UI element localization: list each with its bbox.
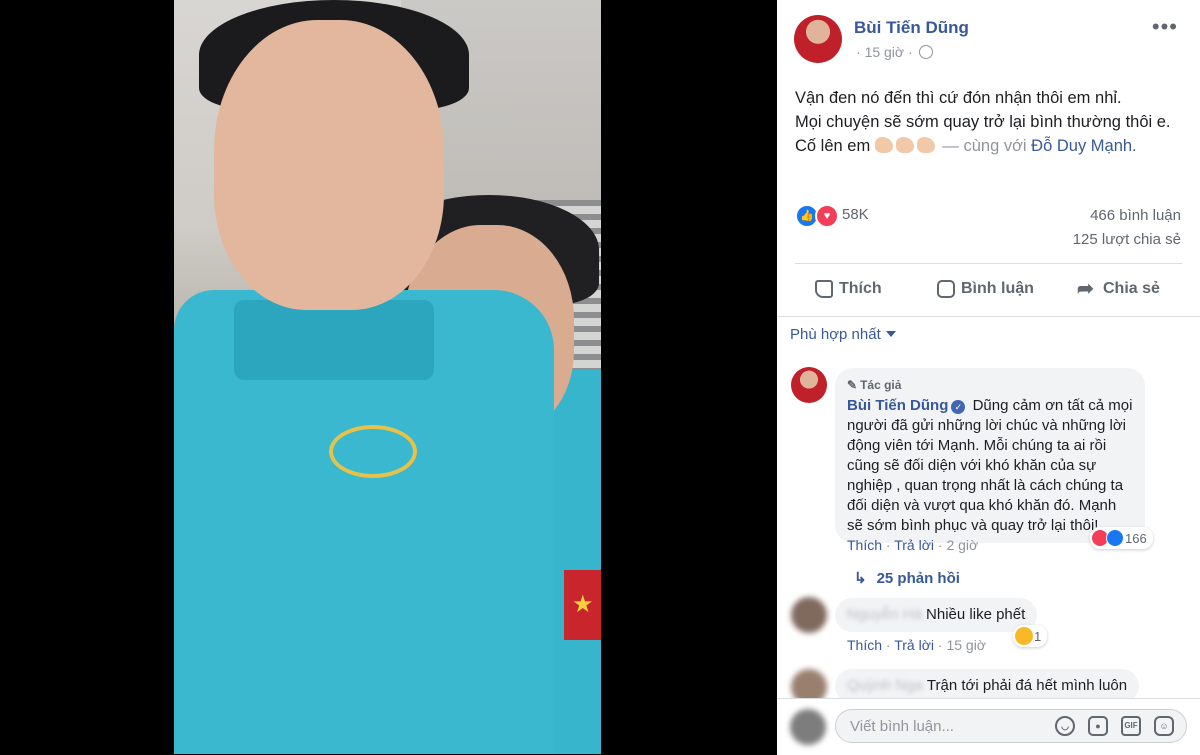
comment-time[interactable]: 2 giờ [946, 537, 978, 553]
gif-icon[interactable]: GIF [1121, 716, 1141, 736]
shares-count[interactable]: 125 lượt chia sẻ [1073, 231, 1181, 248]
comment-input[interactable]: Viết bình luận... ◡ ● GIF ☺ [835, 709, 1187, 743]
thumbs-up-icon [815, 280, 833, 298]
meta-dot: · [856, 44, 861, 60]
flexed-biceps-icon [874, 137, 893, 153]
author-name[interactable]: Bùi Tiến Dũng [854, 18, 969, 38]
comment-sort-bar: Phù hợp nhất [777, 316, 1200, 356]
comment-input-placeholder: Viết bình luận... [850, 718, 954, 735]
photo-flag-star-icon: ★ [572, 591, 594, 618]
tagged-person-link[interactable]: Đỗ Duy Mạnh. [1031, 137, 1136, 155]
comment-avatar[interactable] [791, 669, 827, 698]
like-button-label: Thích [839, 280, 882, 297]
post-meta: · 15 giờ · [856, 44, 933, 60]
sticker-icon[interactable]: ☺ [1154, 716, 1174, 736]
flexed-biceps-icon [895, 137, 914, 153]
comment-bubble: Quỳnh Nga Trận tới phải đá hết mình luôn [835, 669, 1140, 698]
comment-reply-link[interactable]: Trả lời [894, 637, 934, 653]
meta-dot: · [908, 44, 913, 60]
comment-text: Dũng cảm ơn tất cả mọi người đã gửi nhữn… [847, 397, 1133, 534]
camera-icon[interactable]: ● [1088, 716, 1108, 736]
comment-reaction-count: 1 [1034, 628, 1042, 644]
comment-button-label: Bình luận [961, 280, 1034, 297]
comment-author-name[interactable]: Bùi Tiến Dũng [847, 397, 948, 414]
comment-reactions[interactable]: 166 [1090, 527, 1153, 549]
author-badge-label: Tác giả [860, 378, 902, 392]
comment-reactions[interactable]: 1 [1013, 625, 1048, 647]
photo-collar [234, 300, 434, 380]
sort-label: Phù hợp nhất [790, 326, 881, 343]
pencil-icon: ✎ [847, 378, 858, 392]
share-button-label: Chia sẻ [1103, 280, 1160, 297]
photo-viewer: ★ [0, 0, 777, 754]
comment-author-name[interactable]: Nguyễn Hà [847, 606, 922, 623]
comment-actions: Thích · Trả lời · 2 giờ [847, 537, 979, 553]
post-photo[interactable]: ★ [174, 0, 601, 754]
comment-actions: Thích · Trả lời · 15 giờ [847, 637, 986, 653]
post-text-cheer: Cố lên em [795, 137, 871, 155]
post-text-line: Mọi chuyện sẽ sớm quay trở lại bình thườ… [795, 113, 1171, 131]
comments-list: ✎ Tác giả Bùi Tiến Dũng ✓ Dũng cảm ơn tất … [777, 355, 1200, 698]
caret-down-icon [885, 331, 896, 337]
comment-bubble: Nguyễn Hà Nhiều like phết [835, 598, 1038, 632]
haha-reaction-icon [1015, 627, 1033, 645]
flexed-biceps-icon [916, 137, 935, 153]
comment-button[interactable]: Bình luận [937, 276, 1034, 302]
verified-icon: ✓ [951, 400, 966, 414]
composer-icons: ◡ ● GIF ☺ [1055, 716, 1174, 736]
author-avatar[interactable] [794, 15, 842, 63]
reply-arrow-icon: ↳ [854, 570, 867, 587]
comment-text: Nhiều like phết [926, 606, 1026, 623]
comments-count[interactable]: 466 bình luận [1090, 207, 1181, 224]
comment-composer: Viết bình luận... ◡ ● GIF ☺ [777, 698, 1200, 755]
reaction-count[interactable]: 58K [842, 206, 869, 223]
like-reaction-icon [1106, 529, 1124, 547]
post-text-line: Cố lên em — cùng với Đỗ Duy Mạnh. [795, 134, 1190, 158]
with-prefix: — cùng với [942, 137, 1027, 155]
share-arrow-icon [1077, 276, 1097, 301]
comment-reply-link[interactable]: Trả lời [894, 537, 934, 553]
post-text: Vận đen nó đến thì cứ đón nhận thôi em n… [795, 86, 1190, 158]
emoji-icon[interactable]: ◡ [1055, 716, 1075, 736]
post-time[interactable]: 15 giờ [865, 44, 905, 60]
comment-sort-dropdown[interactable]: Phù hợp nhất [790, 326, 896, 343]
comment-like-link[interactable]: Thích [847, 637, 882, 653]
comment-avatar[interactable] [791, 597, 827, 633]
comment-like-link[interactable]: Thích [847, 537, 882, 553]
comment-avatar[interactable] [791, 367, 827, 403]
more-options-icon[interactable]: ••• [1152, 14, 1178, 40]
post-side-panel: Bùi Tiến Dũng · 15 giờ · ••• Vận đen nó … [777, 0, 1200, 755]
view-replies-link[interactable]: ↳ 25 phản hồi [854, 569, 960, 587]
comment-text: Trận tới phải đá hết mình luôn [926, 677, 1128, 694]
comment-bubble: ✎ Tác giả Bùi Tiến Dũng ✓ Dũng cảm ơn tất … [835, 368, 1145, 543]
comment-reaction-count: 166 [1125, 530, 1147, 546]
share-button[interactable]: Chia sẻ [1077, 276, 1160, 302]
photo-shirt-logo [329, 425, 417, 478]
replies-count: 25 phản hồi [876, 570, 960, 587]
comment-bubble-icon [937, 280, 955, 298]
current-user-avatar [790, 709, 826, 745]
divider [795, 263, 1182, 264]
comment-author-name[interactable]: Quỳnh Nga [847, 677, 923, 694]
globe-icon [918, 45, 933, 59]
like-button[interactable]: Thích [815, 276, 882, 302]
author-badge: ✎ Tác giả [847, 375, 1133, 395]
photo-face-left [214, 20, 444, 310]
love-reaction-icon: ♥ [815, 204, 839, 228]
post-text-line: Vận đen nó đến thì cứ đón nhận thôi em n… [795, 89, 1122, 107]
comment-time[interactable]: 15 giờ [946, 637, 986, 653]
